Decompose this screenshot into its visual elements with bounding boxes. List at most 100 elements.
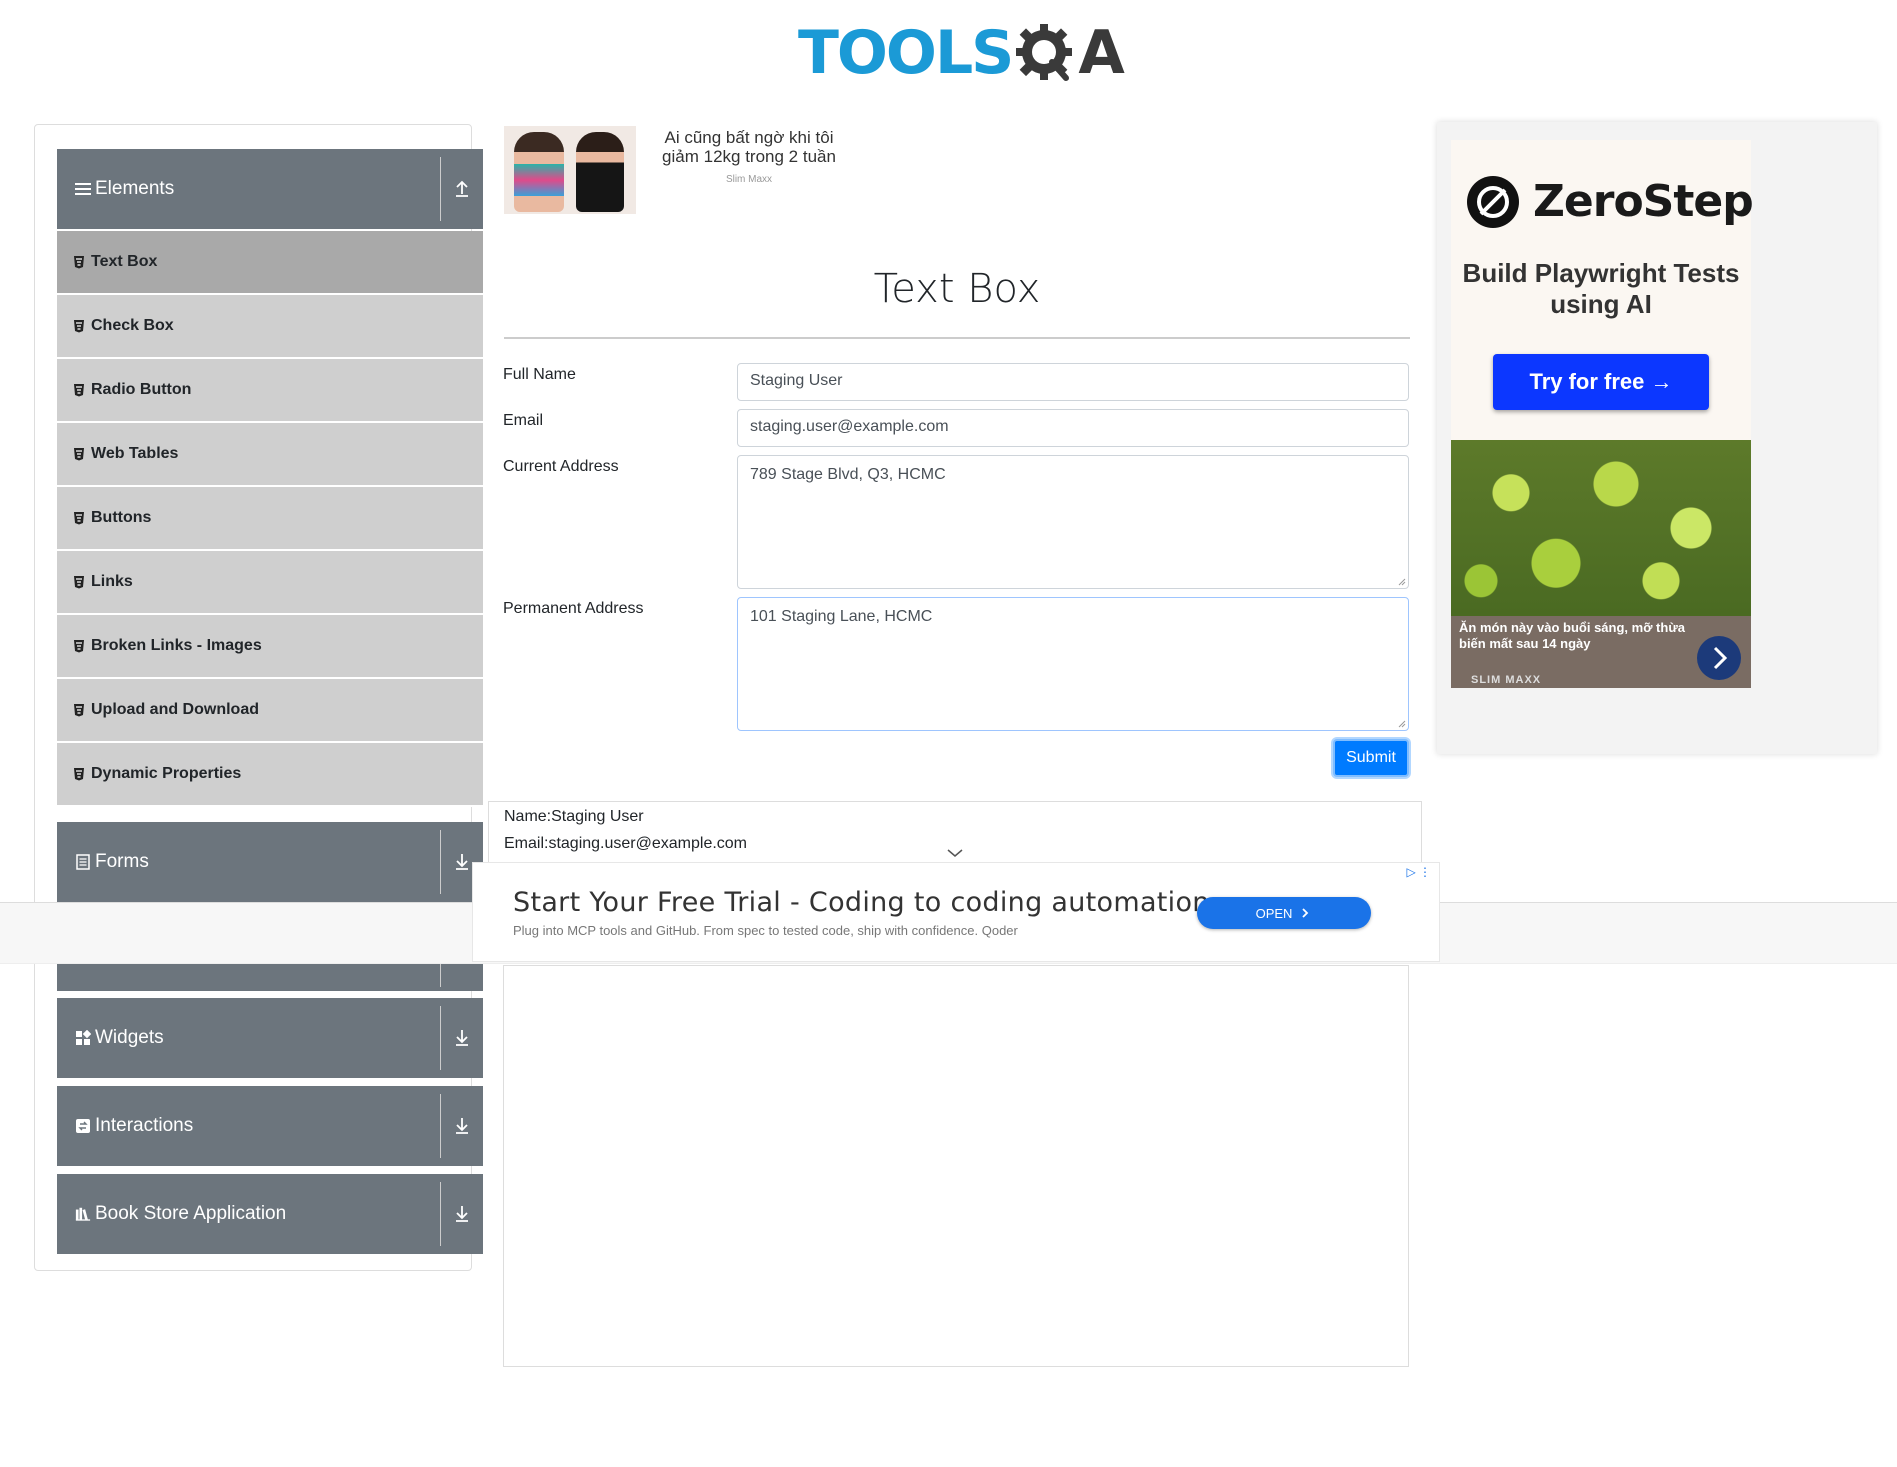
try-for-free-button[interactable]: Try for free → xyxy=(1493,354,1709,410)
group-label: Book Store Application xyxy=(95,1203,287,1224)
menu-item-label: Buttons xyxy=(91,509,152,526)
ad-open-label: OPEN xyxy=(1255,905,1293,921)
next-arrow-button[interactable] xyxy=(1697,636,1741,680)
chevron-down-icon[interactable] xyxy=(946,848,964,858)
menu-item-label: Links xyxy=(91,573,133,590)
email-input[interactable]: staging.user@example.com xyxy=(737,409,1409,447)
ad-person-after xyxy=(576,132,624,212)
list-icon xyxy=(75,181,91,197)
email-label: Email xyxy=(503,412,544,429)
zerostep-tagline: Build Playwright Tests using AI xyxy=(1462,258,1740,319)
divider xyxy=(440,1094,441,1158)
ad-person-before xyxy=(514,132,564,212)
divider xyxy=(440,963,441,987)
menu-item-check-box[interactable]: Check Box xyxy=(57,295,483,359)
ad-headline: Ai cũng bất ngờ khi tôi giảm 12kg trong … xyxy=(662,128,836,166)
ad-bottom-banner[interactable]: Start Your Free Trial - Coding to coding… xyxy=(472,862,1440,962)
resize-grip-icon[interactable] xyxy=(1398,578,1406,586)
ad-open-button[interactable]: OPEN xyxy=(1197,897,1371,929)
zerostep-card[interactable]: ZeroStep Build Playwright Tests using AI… xyxy=(1451,140,1754,440)
page-title: Text Box xyxy=(873,266,1041,312)
menu-item-text-box[interactable]: Text Box xyxy=(57,231,483,295)
current-address-label: Current Address xyxy=(503,458,619,475)
menu-item-label: Radio Button xyxy=(91,381,192,398)
permanent-address-textarea[interactable]: 101 Staging Lane, HCMC xyxy=(737,597,1409,731)
menu-item-label: Check Box xyxy=(91,317,174,334)
title-divider xyxy=(504,337,1410,339)
menu-item-label: Text Box xyxy=(91,253,158,270)
menu-item-upload-download[interactable]: Upload and Download xyxy=(57,679,483,743)
html-icon xyxy=(74,640,84,653)
food-image xyxy=(1451,440,1751,616)
menu-item-dynamic-properties[interactable]: Dynamic Properties xyxy=(57,743,483,807)
html-icon xyxy=(74,320,84,333)
ad-right-sidebar[interactable]: ZeroStep Build Playwright Tests using AI… xyxy=(1437,122,1877,754)
menu-item-label: Web Tables xyxy=(91,445,179,462)
adchoices-icon[interactable]: ▷ ⋮ xyxy=(1406,865,1431,879)
expand-arrow-icon[interactable] xyxy=(449,1024,475,1050)
group-elements[interactable]: Elements xyxy=(57,149,483,229)
html-icon xyxy=(74,512,84,525)
form-icon xyxy=(75,854,91,870)
chevron-right-icon xyxy=(1302,908,1309,918)
html-icon xyxy=(74,384,84,397)
ad-brand: Slim Maxx xyxy=(725,174,773,185)
menu-item-label: Broken Links - Images xyxy=(91,637,262,654)
html-icon xyxy=(74,768,84,781)
zerostep-brand: ZeroStep xyxy=(1533,176,1754,227)
current-address-value: 789 Stage Blvd, Q3, HCMC xyxy=(750,466,946,483)
ad-image xyxy=(504,126,636,214)
html-icon xyxy=(74,256,84,269)
group-hidden-partial[interactable] xyxy=(57,963,483,991)
menu-item-label: Dynamic Properties xyxy=(91,765,242,782)
expand-arrow-icon[interactable] xyxy=(449,1112,475,1138)
ad-bottom-headline: Start Your Free Trial - Coding to coding… xyxy=(513,887,1210,918)
food-ad-brand: SLIM MAXX xyxy=(1471,674,1542,686)
divider xyxy=(440,830,441,894)
group-forms[interactable]: Forms xyxy=(57,822,483,902)
menu-item-web-tables[interactable]: Web Tables xyxy=(57,423,483,487)
divider xyxy=(440,1182,441,1246)
group-label: Interactions xyxy=(95,1115,194,1136)
permanent-address-label: Permanent Address xyxy=(503,600,644,617)
food-caption: Ăn món này vào buổi sáng, mỡ thừa biến m… xyxy=(1459,620,1685,651)
divider xyxy=(440,1006,441,1070)
divider xyxy=(440,157,441,221)
full-name-label: Full Name xyxy=(503,366,576,383)
full-name-input[interactable]: Staging User xyxy=(737,363,1409,401)
permanent-address-value: 101 Staging Lane, HCMC xyxy=(750,608,933,625)
collapse-arrow-icon[interactable] xyxy=(449,175,475,201)
group-label: Widgets xyxy=(95,1027,164,1048)
menu-item-broken-links[interactable]: Broken Links - Images xyxy=(57,615,483,679)
elements-menu: Text Box Check Box Radio Button Web Tabl… xyxy=(57,231,483,807)
food-ad[interactable]: Ăn món này vào buổi sáng, mỡ thừa biến m… xyxy=(1451,440,1751,688)
gear-q-icon xyxy=(1014,22,1076,84)
menu-item-buttons[interactable]: Buttons xyxy=(57,487,483,551)
html-icon xyxy=(74,448,84,461)
group-book-store[interactable]: Book Store Application xyxy=(57,1174,483,1254)
submit-button[interactable]: Submit xyxy=(1333,739,1409,777)
logo-text-a: A xyxy=(1078,18,1124,88)
content-panel-empty xyxy=(503,965,1409,1367)
current-address-textarea[interactable]: 789 Stage Blvd, Q3, HCMC xyxy=(737,455,1409,589)
ad-top-banner[interactable]: Ai cũng bất ngờ khi tôi giảm 12kg trong … xyxy=(504,126,1224,216)
group-label: Forms xyxy=(95,851,149,872)
group-widgets[interactable]: Widgets xyxy=(57,998,483,1078)
toolsqa-logo[interactable]: TOOLS A xyxy=(798,14,1125,92)
widgets-icon xyxy=(75,1030,91,1046)
menu-item-label: Upload and Download xyxy=(91,701,259,718)
html-icon xyxy=(74,704,84,717)
html-icon xyxy=(74,576,84,589)
group-label: Elements xyxy=(95,178,175,199)
logo-text-tools: TOOLS xyxy=(798,18,1014,88)
menu-item-links[interactable]: Links xyxy=(57,551,483,615)
menu-item-radio-button[interactable]: Radio Button xyxy=(57,359,483,423)
output-name: Name:Staging User xyxy=(504,808,644,825)
resize-grip-icon[interactable] xyxy=(1398,720,1406,728)
ad-bottom-subline: Plug into MCP tools and GitHub. From spe… xyxy=(513,923,1018,938)
book-icon xyxy=(75,1206,91,1222)
group-interactions[interactable]: Interactions xyxy=(57,1086,483,1166)
zerostep-logo-icon xyxy=(1467,176,1519,228)
interactions-icon xyxy=(75,1118,91,1134)
expand-arrow-icon[interactable] xyxy=(449,1200,475,1226)
